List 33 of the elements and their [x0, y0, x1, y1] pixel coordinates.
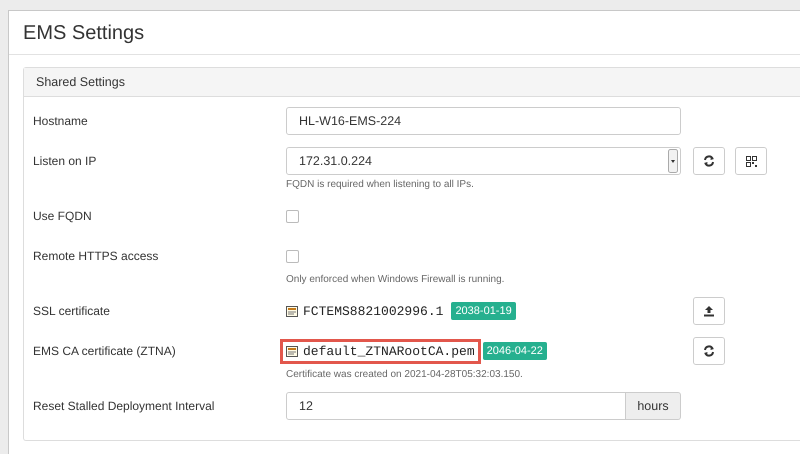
certificate-icon	[286, 346, 298, 356]
refresh-button[interactable]	[693, 337, 725, 365]
refresh-icon	[703, 345, 715, 357]
qr-code-button[interactable]	[735, 147, 767, 175]
field-label: Listen on IP	[33, 154, 96, 168]
expiry-date-badge: 2046-04-22	[482, 342, 547, 360]
unit-addon: hours	[626, 392, 681, 420]
refresh-icon	[703, 155, 715, 167]
qr-code-icon	[746, 156, 756, 166]
text-field[interactable]: HL-W16-EMS-224	[286, 107, 681, 135]
certificate-file: FCTEMS8821002996.1	[280, 298, 450, 324]
certificate-icon	[286, 306, 298, 316]
certificate-file: default_ZTNARootCA.pem	[280, 338, 481, 364]
checkbox[interactable]	[286, 210, 299, 222]
field-label: Remote HTTPS access	[33, 249, 158, 263]
help-text: Only enforced when Windows Firewall is running.	[286, 274, 506, 285]
expiry-date-badge: 2038-01-19	[451, 302, 516, 320]
field-label: SSL certificate	[33, 304, 110, 318]
help-text: Certificate was created on 2021-04-28T05:32:03.150.	[286, 369, 524, 380]
upload-button[interactable]	[693, 297, 725, 325]
page-title: EMS Settings	[9, 11, 800, 55]
field-label: Hostname	[33, 114, 88, 128]
field-label: Reset Stalled Deployment Interval	[33, 399, 214, 413]
caret-icon	[668, 149, 678, 173]
upload-icon	[703, 305, 715, 317]
panel-header: Shared Settings	[24, 68, 800, 97]
field-label: EMS CA certificate (ZTNA)	[33, 344, 176, 358]
help-text: FQDN is required when listening to all IPs.	[286, 179, 475, 190]
checkbox[interactable]	[286, 250, 299, 262]
refresh-button[interactable]	[693, 147, 725, 175]
ip-dropdown[interactable]: 172.31.0.224	[286, 147, 681, 175]
interval-field[interactable]: 12	[286, 392, 626, 420]
field-label: Use FQDN	[33, 209, 92, 223]
